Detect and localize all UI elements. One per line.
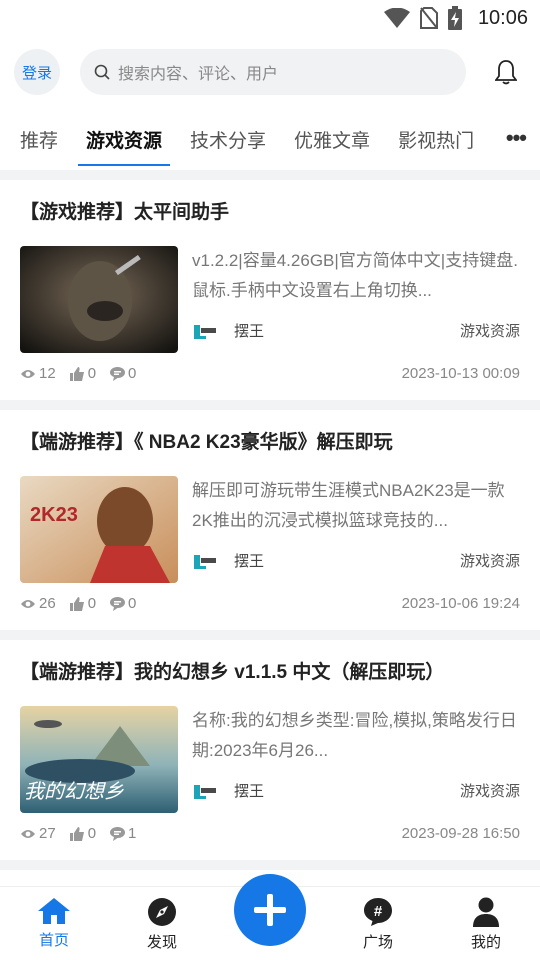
category-tabs: 推荐 游戏资源 技术分享 优雅文章 影视热门 ••• [0,108,540,170]
post-author[interactable]: 摆王 [234,550,264,571]
post-date: 2023-10-06 19:24 [401,595,520,612]
post-title[interactable]: 【端游推荐】我的幻想乡 v1.1.5 中文（解压即玩） [20,658,520,688]
status-bar: 10:06 [0,0,540,36]
post-category[interactable]: 游戏资源 [460,320,520,341]
view-count: 12 [39,365,56,382]
thumbs-up-icon[interactable] [69,826,85,841]
post-excerpt: 名称:我的幻想乡类型:冒险,模拟,策略发行日期:2023年6月26... [192,711,517,760]
nav-home-label: 首页 [38,932,69,949]
status-time: 10:06 [477,6,528,29]
compass-icon [148,898,176,926]
tab-recommend[interactable]: 推荐 [20,108,58,170]
comment-icon[interactable] [110,366,126,381]
post-thumbnail[interactable]: 我的幻想乡 [20,706,178,813]
eye-icon [21,369,35,378]
eye-icon [21,599,35,608]
comment-count: 0 [128,595,137,612]
eye-icon [21,829,35,838]
tab-tech-share[interactable]: 技术分享 [190,108,266,170]
comment-icon[interactable] [110,596,126,611]
search-placeholder: 搜索内容、评论、用户 [118,66,279,83]
view-count: 26 [39,595,56,612]
post-category[interactable]: 游戏资源 [460,780,520,801]
tab-elegant-articles[interactable]: 优雅文章 [294,108,370,170]
no-sim-icon [419,7,438,29]
search-input[interactable]: 搜索内容、评论、用户 [80,49,466,95]
top-bar: 登录 搜索内容、评论、用户 [0,36,540,108]
wifi-icon [383,8,410,28]
thumbnail-text: 我的幻想乡 [24,779,124,803]
post-excerpt: 解压即可游玩带生涯模式NBA2K23是一款2K推出的沉浸式模拟篮球竞技的... [192,481,505,530]
svg-text:#: # [374,903,383,920]
nav-discover-label: 发现 [146,934,177,951]
post-thumbnail[interactable]: 2K23 [20,476,178,583]
like-count: 0 [87,825,97,842]
nav-mine-label: 我的 [470,934,501,951]
post-date: 2023-10-13 00:09 [401,365,520,382]
plus-icon [254,894,286,926]
comment-icon[interactable] [110,826,126,841]
post-excerpt: v1.2.2|容量4.26GB|官方简体中文|支持键盘.鼠标.手柄中文设置右上角… [192,251,518,300]
create-post-button[interactable] [234,874,306,946]
post-title[interactable]: 【游戏推荐】太平间助手 [20,198,520,228]
nav-mine[interactable]: 我的 [432,887,540,960]
nav-discover[interactable]: 发现 [108,887,216,960]
post-author[interactable]: 摆王 [234,320,264,341]
hashtag-chat-icon: # [364,898,392,926]
thumbs-up-icon[interactable] [69,596,85,611]
post-card[interactable]: 【端游推荐】我的幻想乡 v1.1.5 中文（解压即玩） 我的幻想乡 名称:我的幻… [0,640,540,870]
nav-square[interactable]: # 广场 [324,887,432,960]
post-card[interactable]: 【游戏推荐】太平间助手 v1.2.2|容量4.26GB|官方简体中文|支持键盘.… [0,180,540,410]
search-icon [94,64,110,80]
bell-icon [495,60,517,85]
post-category[interactable]: 游戏资源 [460,550,520,571]
post-card[interactable]: 【端游推荐】《 NBA2 K23豪华版》解压即玩 2K23 解压即可游玩带生涯模… [0,410,540,640]
notification-button[interactable] [486,59,526,85]
tab-film-hot[interactable]: 影视热门 [398,108,474,170]
home-icon [38,898,70,924]
thumbs-up-icon[interactable] [69,366,85,381]
post-title[interactable]: 【端游推荐】《 NBA2 K23豪华版》解压即玩 [20,428,520,458]
nav-square-label: 广场 [362,934,393,951]
post-author[interactable]: 摆王 [234,780,264,801]
divider [0,170,540,180]
view-count: 27 [39,825,56,842]
comment-count: 1 [128,825,137,842]
user-icon [473,897,499,927]
battery-charging-icon [447,6,462,30]
comment-count: 0 [128,365,137,382]
like-count: 0 [87,595,97,612]
author-logo-icon [194,554,216,569]
thumbnail-text: 2K23 [30,504,78,526]
author-logo-icon [194,784,216,799]
login-button[interactable]: 登录 [14,49,60,95]
tab-game-resources[interactable]: 游戏资源 [78,108,171,170]
post-date: 2023-09-28 16:50 [401,825,520,842]
like-count: 0 [87,365,97,382]
post-thumbnail[interactable] [20,246,178,353]
nav-home[interactable]: 首页 [0,887,108,960]
more-tabs-icon[interactable]: ••• [506,127,527,149]
author-logo-icon [194,324,216,339]
